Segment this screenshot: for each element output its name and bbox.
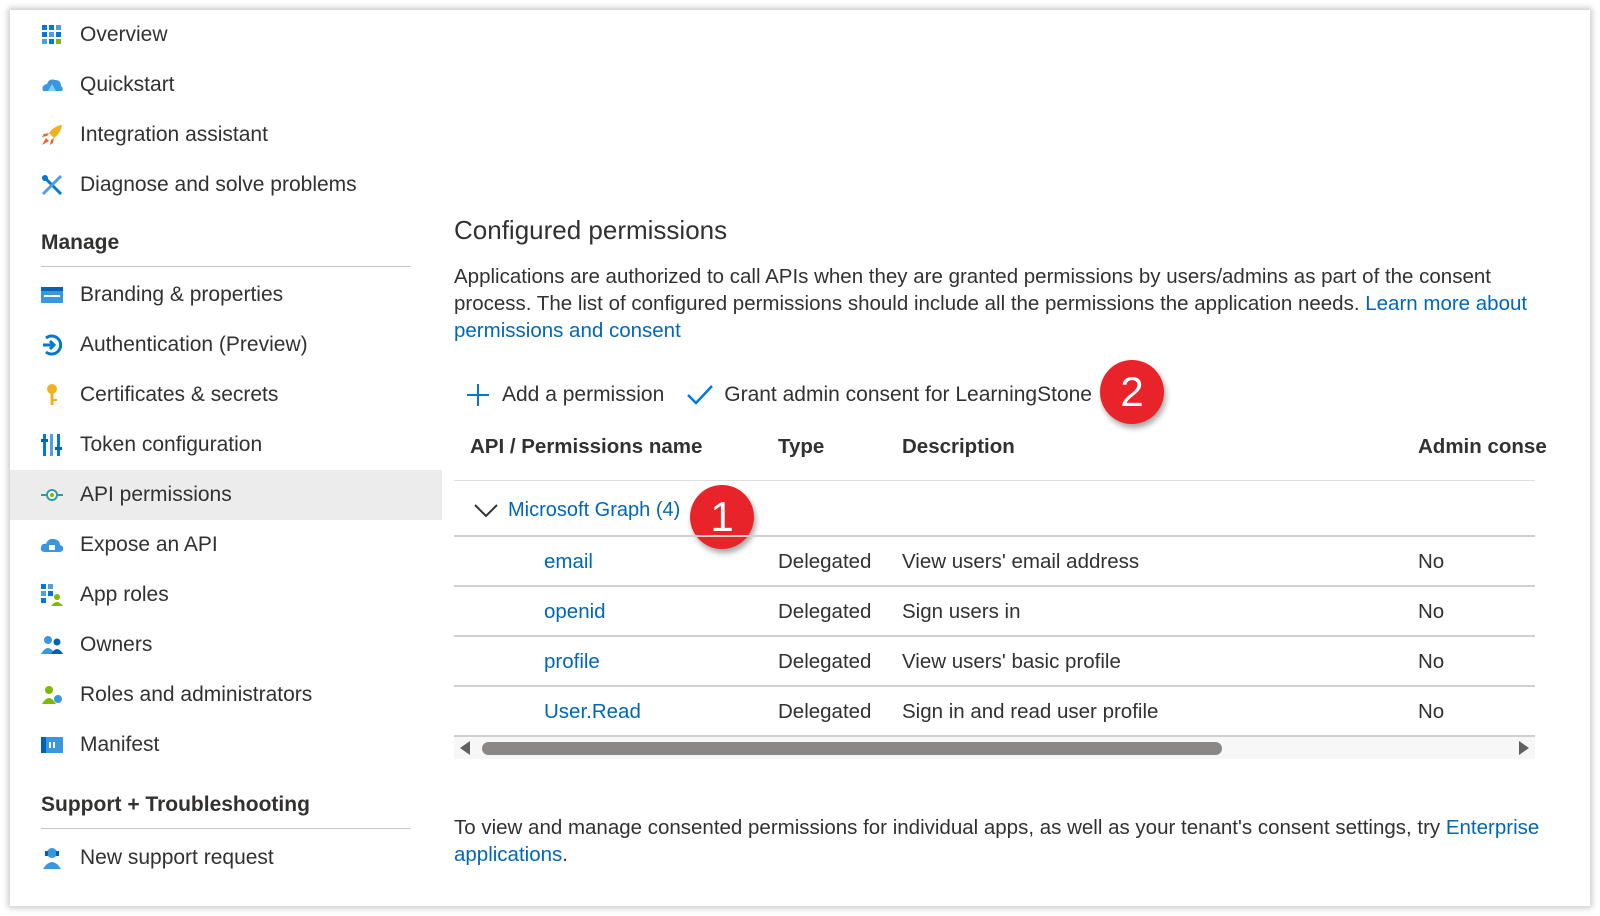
rocket-icon [40,123,64,147]
sidebar-item-label: Quickstart [80,73,175,96]
scrollbar-thumb[interactable] [482,742,1222,755]
sidebar-item-diagnose[interactable]: Diagnose and solve problems [10,160,442,210]
sidebar-item-label: Roles and administrators [80,683,313,706]
sidebar-item-owners[interactable]: Owners [10,620,442,670]
sidebar-item-overview[interactable]: Overview [10,10,442,60]
column-header-admin-consent[interactable]: Admin conse [1418,435,1547,459]
api-permissions-icon [40,483,64,507]
section-heading-support: Support + Troubleshooting [41,793,310,816]
authentication-icon [40,333,64,357]
admin-consent-required: No [1418,650,1445,673]
sidebar-item-label: Authentication (Preview) [80,333,308,356]
sidebar-item-label: Certificates & secrets [80,383,279,406]
sidebar-item-label: New support request [80,846,274,869]
sidebar-item-label: Branding & properties [80,283,284,306]
key-icon [40,383,64,407]
roles-icon [40,683,64,707]
column-header-type[interactable]: Type [778,435,824,459]
add-permission-label: Add a permission [502,383,665,406]
header-divider [454,480,1535,481]
sidebar-item-label: Token configuration [80,433,263,456]
cloud-icon [40,533,64,557]
sidebar-item-roles-administrators[interactable]: Roles and administrators [10,670,442,720]
sidebar-item-label: Expose an API [80,533,218,556]
permission-type: Delegated [778,550,872,573]
sidebar-item-certificates[interactable]: Certificates & secrets [10,370,442,420]
sidebar-item-label: Manifest [80,733,160,756]
sidebar-item-token-configuration[interactable]: Token configuration [10,420,442,470]
footer-end: . [562,843,568,866]
column-header-description[interactable]: Description [902,435,1015,459]
sidebar-item-authentication[interactable]: Authentication (Preview) [10,320,442,370]
sidebar-item-label: Owners [80,633,153,656]
footer-text: To view and manage consented permissions… [454,816,1446,839]
permission-description: Sign users in [902,600,1021,623]
checkmark-icon [686,381,714,409]
sidebar-item-label: Integration assistant [80,123,268,146]
scroll-right-arrow-icon[interactable] [1519,741,1529,755]
callout-badge-2: 2 [1100,360,1164,424]
horizontal-scrollbar[interactable] [454,737,1535,759]
owners-icon [40,633,64,657]
description-text: Applications are authorized to call APIs… [454,265,1491,315]
permission-type: Delegated [778,650,872,673]
app-frame: Overview Quickstart Integration assistan… [10,10,1590,906]
section-heading-manage: Manage [41,231,120,254]
admin-consent-required: No [1418,550,1445,573]
sidebar-item-manifest[interactable]: Manifest [10,720,442,770]
quickstart-icon [40,73,64,97]
sidebar-item-app-roles[interactable]: App roles [10,570,442,620]
permission-name-link[interactable]: profile [544,650,600,674]
permission-description: View users' basic profile [902,650,1121,673]
sidebar: Overview Quickstart Integration assistan… [10,10,442,906]
permission-name-link[interactable]: email [544,550,593,574]
sidebar-item-label: Diagnose and solve problems [80,173,357,196]
grant-admin-consent-button[interactable]: Grant admin consent for LearningStone [686,381,1092,409]
table-row: User.Read Delegated Sign in and read use… [454,687,1535,737]
permissions-toolbar: Add a permission Grant admin consent for… [464,378,1114,412]
scroll-left-arrow-icon[interactable] [460,741,470,755]
sidebar-item-expose-api[interactable]: Expose an API [10,520,442,570]
column-header-name[interactable]: API / Permissions name [470,435,702,459]
sidebar-item-api-permissions[interactable]: API permissions [10,470,442,520]
table-row: email Delegated View users' email addres… [454,537,1535,587]
permission-name-link[interactable]: User.Read [544,700,641,724]
sidebar-item-quickstart[interactable]: Quickstart [10,60,442,110]
app-roles-icon [40,583,64,607]
permission-type: Delegated [778,600,872,623]
branding-icon [40,283,64,307]
permission-name-link[interactable]: openid [544,600,606,624]
grant-admin-consent-label: Grant admin consent for LearningStone [724,383,1092,406]
permissions-description: Applications are authorized to call APIs… [454,263,1544,344]
admin-consent-required: No [1418,600,1445,623]
table-row: profile Delegated View users' basic prof… [454,637,1535,687]
main-content: Configured permissions Applications are … [454,10,1590,906]
sidebar-item-label: API permissions [80,483,232,506]
wrench-icon [40,173,64,197]
sidebar-item-label: Overview [80,23,168,46]
support-icon [40,846,64,870]
plus-icon [464,381,492,409]
table-row: openid Delegated Sign users in No [454,587,1535,637]
sidebar-item-branding[interactable]: Branding & properties [10,270,442,320]
admin-consent-required: No [1418,700,1445,723]
sidebar-item-label: App roles [80,583,169,606]
sidebar-item-new-support-request[interactable]: New support request [10,833,442,883]
sidebar-item-integration-assistant[interactable]: Integration assistant [10,110,442,160]
chevron-down-icon[interactable] [474,499,498,523]
permission-type: Delegated [778,700,872,723]
footer-note: To view and manage consented permissions… [454,814,1544,868]
page-title: Configured permissions [454,215,728,245]
overview-icon [40,23,64,47]
manifest-icon [40,733,64,757]
api-group-name[interactable]: Microsoft Graph (4) [508,499,680,522]
section-divider [41,266,411,267]
section-divider [41,828,411,829]
add-permission-button[interactable]: Add a permission [464,381,664,409]
api-group-row[interactable]: Microsoft Graph (4) [454,488,680,533]
token-icon [40,433,64,457]
permission-description: View users' email address [902,550,1140,573]
permission-description: Sign in and read user profile [902,700,1159,723]
